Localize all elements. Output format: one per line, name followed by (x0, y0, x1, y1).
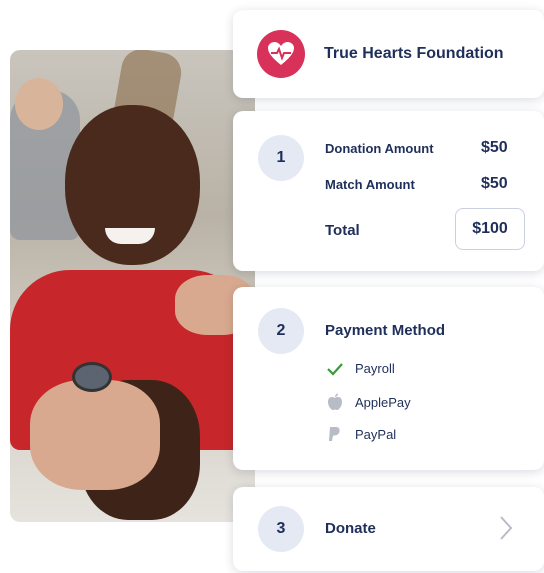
payment-method-card: 2 Payment Method Payroll ApplePay PayPal (233, 287, 544, 470)
hero-photo (10, 50, 255, 522)
payment-option-paypal[interactable]: PayPal (327, 426, 396, 442)
payment-option-label: Payroll (355, 361, 395, 376)
payment-option-label: PayPal (355, 426, 397, 442)
step-number: 3 (258, 506, 304, 552)
chevron-right-icon[interactable] (499, 515, 513, 546)
donation-amount-value: $50 (481, 139, 508, 156)
total-label: Total (325, 222, 360, 239)
payment-option-applepay[interactable]: ApplePay (327, 393, 411, 411)
payment-option-label: ApplePay (355, 394, 411, 410)
paypal-icon (327, 426, 347, 442)
payment-option-payroll[interactable]: Payroll (327, 361, 395, 376)
heartbeat-icon (257, 30, 305, 78)
match-amount-label: Match Amount (325, 177, 415, 192)
donation-amount-label: Donation Amount (325, 141, 434, 156)
organization-card: True Hearts Foundation (233, 10, 544, 98)
total-value-box: $100 (455, 208, 525, 250)
amount-card: 1 Donation Amount $50 Match Amount $50 T… (233, 111, 544, 271)
total-value: $100 (472, 220, 508, 237)
organization-name: True Hearts Foundation (324, 45, 504, 62)
payment-method-title: Payment Method (325, 322, 446, 339)
apple-icon (327, 393, 347, 411)
donate-button-label: Donate (325, 520, 376, 537)
step-number: 1 (258, 135, 304, 181)
match-amount-value: $50 (481, 175, 508, 192)
donate-card[interactable]: 3 Donate (233, 487, 544, 571)
check-icon (327, 362, 347, 376)
step-number: 2 (258, 308, 304, 354)
